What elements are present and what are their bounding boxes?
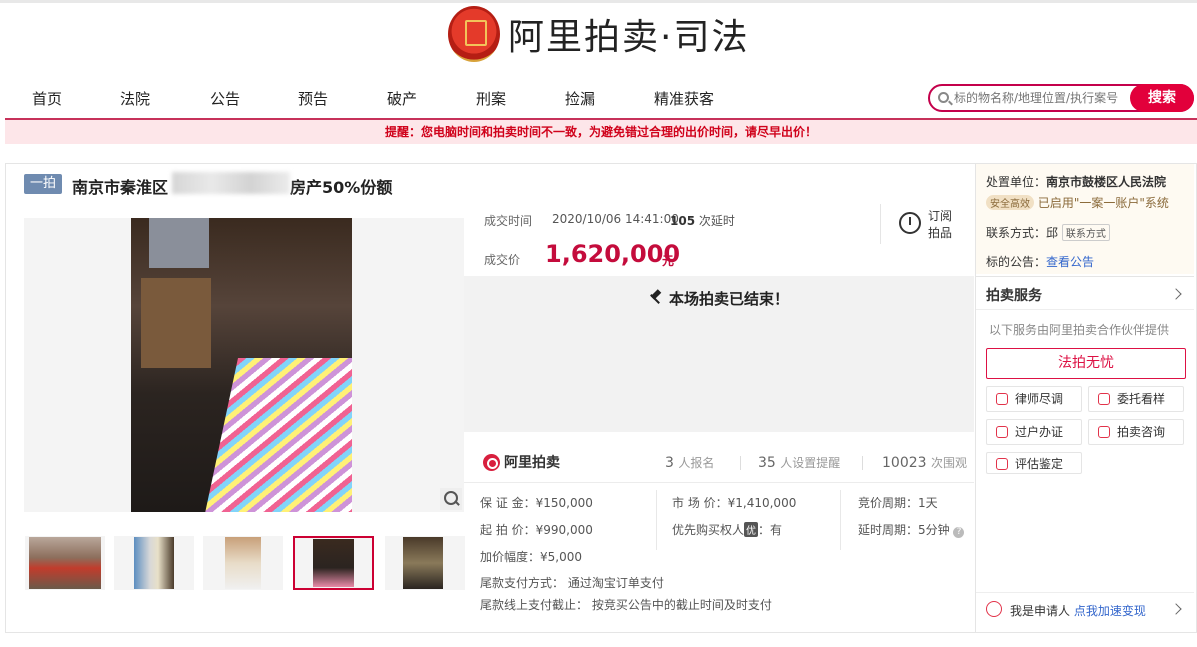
item-title-prefix: 南京市秦淮区 [72, 178, 169, 197]
item-title-suffix: 房产50%份额 [290, 178, 393, 197]
service-note: 以下服务由阿里拍卖合作伙伴提供 [989, 323, 1170, 337]
bid-increment: 加价幅度：¥5,000 [480, 550, 582, 564]
consult-button[interactable]: 拍卖咨询 [1088, 419, 1184, 445]
reminder-count: 35 人设置提醒 [758, 455, 841, 471]
zoom-icon[interactable] [440, 488, 462, 510]
appraisal-button[interactable]: 评估鉴定 [986, 452, 1082, 474]
safe-badge: 安全高效 [986, 195, 1034, 210]
thumbnail-selected[interactable] [293, 536, 374, 590]
search-box: 搜索 [928, 84, 1194, 112]
alarm-clock-icon[interactable] [899, 212, 921, 234]
certificate-icon [996, 426, 1008, 438]
time-mismatch-notice: 提醒：您电脑时间和拍卖时间不一致，为避免错过合理的出价时间，请尽早出价！ [5, 118, 1197, 144]
nav-criminal[interactable]: 刑案 [476, 88, 506, 109]
thumbnail[interactable] [114, 536, 194, 590]
bid-cycle: 竞价周期：1天 [858, 496, 938, 510]
lawyer-icon [996, 393, 1008, 405]
chat-icon [1098, 426, 1110, 438]
applicant-bar[interactable]: 我是申请人 点我加速变现 [976, 592, 1194, 632]
nav-announcement[interactable]: 公告 [210, 88, 240, 109]
view-announcement-link[interactable]: 查看公告 [1046, 255, 1094, 269]
search-input[interactable] [954, 88, 1132, 108]
nav-home[interactable]: 首页 [32, 88, 62, 109]
deposit: 保 证 金：¥150,000 [480, 496, 593, 510]
round-badge: 一拍 [24, 174, 63, 194]
chevron-right-icon [1170, 603, 1182, 615]
price-label: 成交价 [484, 253, 521, 267]
applicant-icon [986, 601, 1002, 617]
brand-name: 阿里拍卖·司法 [508, 17, 750, 58]
main-image-viewer[interactable] [24, 218, 464, 512]
main-photo [131, 218, 352, 512]
appraisal-icon [996, 458, 1008, 470]
nav-bankruptcy[interactable]: 破产 [387, 88, 417, 109]
deal-price: 1,620,000 [545, 240, 681, 268]
signup-count: 3 人报名 [665, 455, 715, 471]
redacted-address [172, 172, 290, 194]
thumbnail[interactable] [203, 536, 283, 590]
auction-ended-text: 本场拍卖已结束！ [668, 290, 789, 308]
transfer-button[interactable]: 过户办证 [986, 419, 1082, 445]
ali-auction-icon [483, 453, 500, 471]
nav-bargain[interactable]: 捡漏 [565, 88, 595, 109]
chevron-right-icon [1170, 288, 1182, 300]
nav-court[interactable]: 法院 [120, 88, 150, 109]
thumbnail[interactable] [385, 536, 465, 590]
announcement: 标的公告：查看公告 [986, 255, 1095, 269]
auction-ended-panel: 本场拍卖已结束！ [464, 276, 974, 432]
priority-buyer: 优先购买权人优：有 [672, 522, 783, 537]
lawyer-check-button[interactable]: 律师尽调 [986, 386, 1082, 412]
gavel-icon [649, 291, 663, 305]
fapai-wuyou-button[interactable]: 法拍无忧 [986, 348, 1186, 379]
service-title: 拍卖服务 [986, 288, 1042, 304]
search-icon [938, 92, 949, 103]
top-border [0, 0, 1197, 3]
help-icon[interactable]: ? [953, 527, 965, 538]
view-count: 10023 次围观 [882, 455, 968, 471]
ali-auction-logo: 阿里拍卖 [483, 452, 560, 472]
contact-info: 联系方式：邱 联系方式 [986, 224, 1110, 241]
site-logo[interactable]: 阿里拍卖·司法 [448, 6, 749, 62]
delay-count: 105 次延时 [670, 214, 735, 228]
deal-time-label: 成交时间 [484, 214, 533, 228]
auction-service-header[interactable]: 拍卖服务 [976, 276, 1194, 310]
price-unit: 元 [662, 254, 675, 268]
subscribe-button[interactable]: 订阅拍品 [928, 208, 958, 242]
location-icon [1098, 393, 1110, 405]
search-button[interactable]: 搜索 [1130, 84, 1194, 112]
proxy-viewing-button[interactable]: 委托看样 [1088, 386, 1184, 412]
deal-time-value: 2020/10/06 14:41:00 [552, 212, 679, 226]
nav-preview[interactable]: 预告 [298, 88, 328, 109]
payment-method: 尾款支付方式： 通过淘宝订单支付 [480, 576, 664, 590]
court-emblem-icon [448, 6, 500, 62]
thumbnail[interactable] [25, 536, 105, 590]
court-name[interactable]: 南京市鼓楼区人民法院 [1046, 175, 1166, 189]
disposal-unit: 处置单位：南京市鼓楼区人民法院 [986, 175, 1167, 189]
nav-precise-leads[interactable]: 精准获客 [654, 88, 714, 109]
market-price: 市 场 价：¥1,410,000 [672, 496, 797, 510]
priority-badge: 优 [744, 522, 759, 537]
accelerate-link[interactable]: 点我加速变现 [1074, 604, 1146, 618]
account-system: 安全高效 已启用"一案一账户"系统 [986, 194, 1169, 211]
delay-cycle: 延时周期：5分钟 ? [858, 521, 965, 538]
start-price: 起 拍 价：¥990,000 [480, 523, 593, 537]
payment-deadline: 尾款线上支付截止： 按竞买公告中的截止时间及时支付 [480, 598, 772, 612]
contact-button[interactable]: 联系方式 [1061, 224, 1110, 241]
